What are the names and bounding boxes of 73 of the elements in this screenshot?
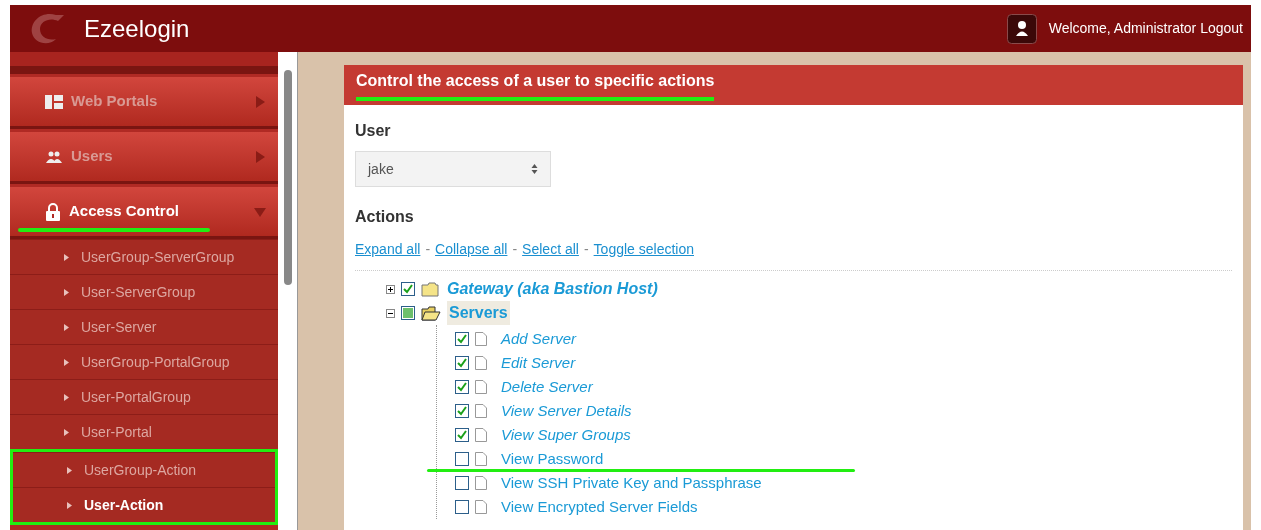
checkbox[interactable] [455,452,469,466]
checkbox[interactable] [455,380,469,394]
link[interactable]: Collapse all [435,239,508,260]
checkbox[interactable] [455,404,469,418]
bullet-icon [64,253,69,261]
welcome-text: Welcome, Administrator Logout [1048,19,1243,38]
tree-node-label[interactable]: View Encrypted Server Fields [501,495,698,519]
bullet-icon [64,288,69,296]
bullet-icon [64,358,69,366]
folder-icon [421,281,439,297]
checkbox[interactable] [455,332,469,346]
tree-node-label[interactable]: Servers [447,301,510,325]
scrollbar-thumb[interactable] [283,70,292,285]
menu-item[interactable]: Access Control [10,187,278,239]
submenu-item[interactable]: User-PortalGroup [10,379,278,414]
caret-down-icon [254,205,266,218]
document-icon [475,452,487,466]
layout-icon [45,94,63,109]
document-icon [475,404,487,418]
separator: - [512,240,518,259]
app-title: Ezeelogin [84,13,190,44]
field-label: User [355,121,392,141]
tree-node-label[interactable]: View Super Groups [501,423,631,447]
caret-right-icon [254,150,266,163]
panel-title: Control the access of a user to specific actions [356,69,715,101]
tree-node-label[interactable]: View Password [501,447,604,471]
document-icon [475,332,487,346]
document-icon [475,380,487,394]
checkbox[interactable] [455,428,469,442]
submenu-item[interactable]: User-Portal [10,414,278,449]
tree-node-label[interactable]: Edit Server [501,351,576,375]
tree-node-label[interactable]: Delete Server [501,375,593,399]
submenu-item[interactable]: UserGroup-PortalGroup [10,344,278,379]
tree-node-label[interactable]: Add Server [501,327,577,351]
expand-toggle[interactable] [386,284,395,294]
bullet-icon [67,501,72,509]
tree-node-label[interactable]: View SSH Private Key and Passphrase [501,471,762,495]
checkbox[interactable] [401,306,415,320]
bullet-icon [64,428,69,436]
section-label: Actions [355,207,415,227]
submenu-item[interactable]: User-Server [10,309,278,344]
folder-icon [421,305,441,321]
user-select[interactable]: jake [355,151,551,187]
user-avatar-icon [1006,13,1037,44]
document-icon [475,500,487,514]
separator: - [425,240,431,259]
submenu-item[interactable]: User-Action [13,487,275,522]
select-arrows-icon [531,163,538,175]
bullet-icon [64,323,69,331]
lock-icon [45,202,61,221]
link[interactable]: Toggle selection [593,239,694,260]
tree-node-label[interactable]: Gateway (aka Bastion Host) [445,277,660,301]
collapse-toggle[interactable] [386,308,395,318]
document-icon [475,476,487,490]
checkbox[interactable] [455,500,469,514]
submenu-item[interactable]: User-ServerGroup [10,274,278,309]
tree-node-label[interactable]: View Server Details [501,399,632,423]
checkbox[interactable] [401,282,415,296]
menu-item[interactable]: Users [10,132,278,184]
submenu-item[interactable]: UserGroup-ServerGroup [10,239,278,274]
document-icon [475,356,487,370]
link[interactable]: Select all [522,239,579,260]
caret-right-icon [254,95,266,108]
bullet-icon [67,466,72,474]
submenu-item[interactable]: UserGroup-Action [13,452,275,487]
document-icon [475,428,487,442]
checkbox[interactable] [455,356,469,370]
users-icon [45,150,63,163]
checkbox[interactable] [455,476,469,490]
bullet-icon [64,393,69,401]
link[interactable]: Expand all [355,239,421,260]
separator: - [583,240,589,259]
menu-item[interactable]: Web Portals [10,77,278,129]
